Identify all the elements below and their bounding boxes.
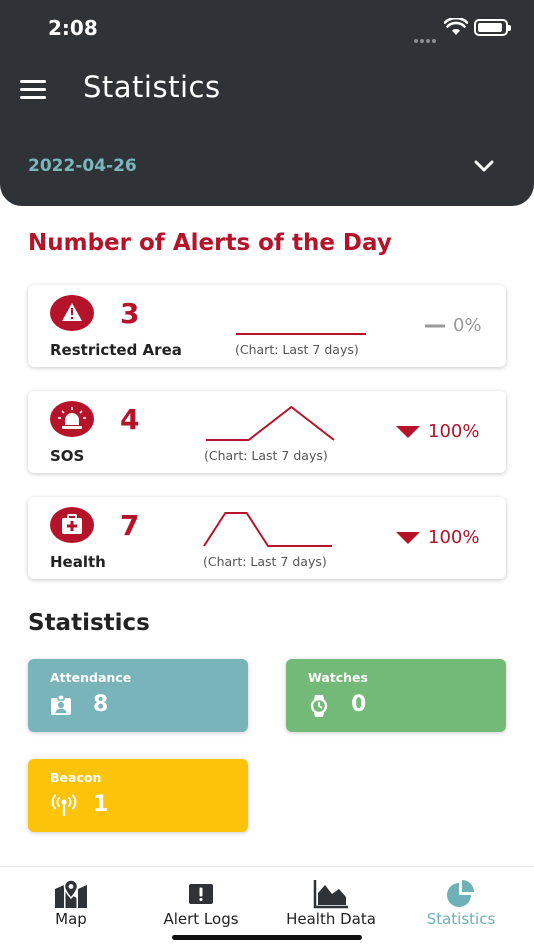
trend-percent: 100% [428, 527, 480, 548]
pie-chart-icon [447, 880, 474, 907]
stat-value: 8 [93, 692, 109, 717]
stat-label: Watches [308, 670, 368, 685]
selected-date: 2022-04-26 [28, 156, 137, 176]
stat-card-attendance[interactable]: Attendance 8 [28, 659, 248, 732]
nav-tab-alert-logs[interactable]: Alert Logs [136, 879, 266, 928]
alert-count: 7 [120, 509, 140, 542]
stat-label: Beacon [50, 770, 102, 785]
chart-caption: (Chart: Last 7 days) [204, 448, 328, 463]
caret-down-icon [396, 532, 420, 544]
watch-icon [310, 695, 328, 717]
alert-count: 4 [120, 403, 140, 436]
stat-label: Attendance [50, 670, 132, 685]
map-pin-icon [55, 879, 87, 908]
area-chart-icon [313, 880, 348, 909]
dash-icon [425, 324, 445, 328]
nav-label: Map [55, 910, 87, 928]
nav-label: Alert Logs [163, 910, 239, 928]
alert-label: Health [50, 553, 106, 571]
chevron-down-icon[interactable] [472, 154, 496, 178]
nav-label: Statistics [426, 910, 496, 928]
nav-tab-health-data[interactable]: Health Data [266, 879, 396, 928]
alert-card-restricted-area[interactable]: 3 Restricted Area (Chart: Last 7 days) 0… [28, 285, 506, 367]
stat-value: 1 [93, 792, 109, 817]
chart-caption: (Chart: Last 7 days) [203, 554, 327, 569]
beacon-icon [51, 794, 77, 816]
trend-indicator: 0% [425, 315, 482, 336]
statistics-section-title: Statistics [28, 610, 150, 636]
alerts-section-title: Number of Alerts of the Day [28, 230, 392, 256]
alert-label: SOS [50, 447, 85, 465]
home-indicator [172, 935, 362, 940]
trend-indicator: 100% [396, 527, 479, 548]
trend-indicator: 100% [396, 421, 479, 442]
id-badge-icon [51, 694, 71, 715]
sparkline-series [203, 512, 332, 547]
trend-percent: 100% [428, 421, 480, 442]
chart-caption: (Chart: Last 7 days) [235, 342, 359, 357]
status-bar: 2:08 [0, 0, 534, 56]
stat-value: 0 [351, 692, 367, 717]
date-selector[interactable]: 2022-04-26 [0, 140, 534, 190]
wifi-icon [444, 18, 468, 35]
siren-icon [50, 401, 94, 437]
alert-box-icon [189, 884, 213, 904]
cellular-signal-icon [414, 30, 438, 43]
app-header: 2:08 Statistics 2022-04-26 [0, 0, 534, 206]
battery-icon [474, 19, 511, 36]
warning-triangle-icon [50, 295, 94, 331]
nav-label: Health Data [286, 910, 376, 928]
alert-card-sos[interactable]: 4 SOS (Chart: Last 7 days) 100% [28, 391, 506, 473]
stat-card-beacon[interactable]: Beacon 1 [28, 759, 248, 832]
alert-card-health[interactable]: 7 Health (Chart: Last 7 days) 100% [28, 497, 506, 579]
first-aid-kit-icon [50, 507, 94, 543]
status-time: 2:08 [48, 16, 98, 40]
stat-card-watches[interactable]: Watches 0 [286, 659, 506, 732]
hamburger-menu-icon[interactable] [20, 80, 46, 100]
trend-percent: 0% [453, 315, 482, 336]
sparkline-series [206, 406, 335, 441]
nav-tab-statistics[interactable]: Statistics [396, 879, 526, 928]
page-title: Statistics [83, 70, 221, 104]
caret-down-icon [396, 426, 420, 438]
alert-count: 3 [120, 297, 140, 330]
alert-label: Restricted Area [50, 341, 182, 359]
nav-tab-map[interactable]: Map [6, 879, 136, 928]
